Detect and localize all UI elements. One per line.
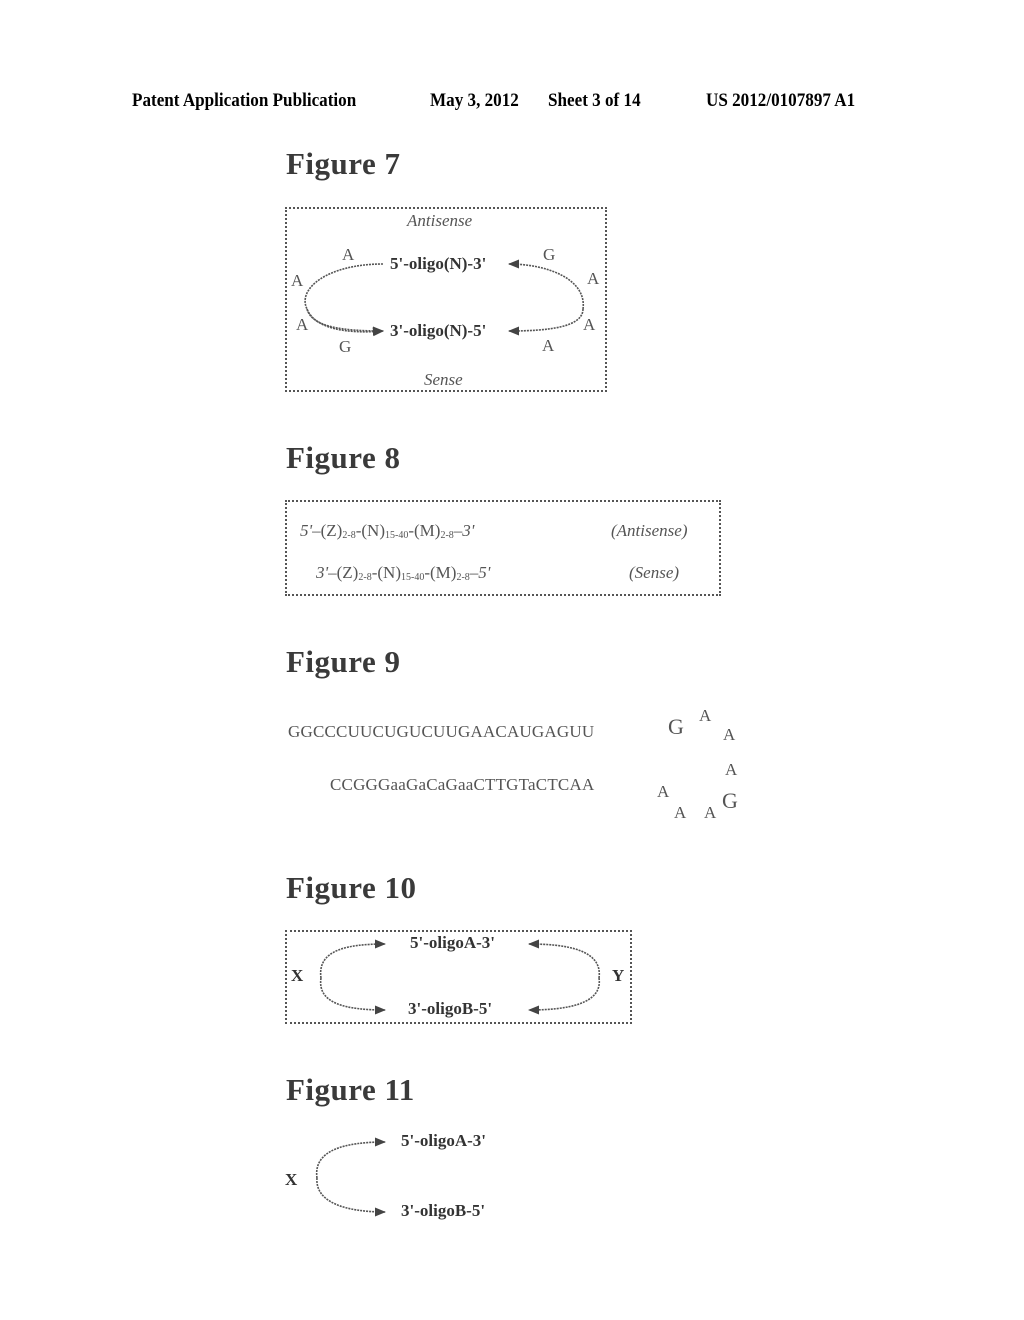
antisense-label: Antisense [407,211,473,230]
strand-bottom: 3'-oligoB-5' [401,1201,486,1220]
loop-nucleotide: A [342,245,355,264]
formula-sub: 2-8 [358,572,372,583]
publication-type: Patent Application Publication [132,90,357,111]
right-arrow-top [527,939,600,979]
figure-10-box: 5'-oligoA-3' 3'-oligoB-5' X Y [285,930,632,1024]
hairpin-nucleotide: G [668,714,685,739]
figure-7-loop-arrows [304,259,584,337]
right-arrow-bottom [507,308,584,336]
loop-nucleotide: A [587,269,600,288]
figure-11-diagram: 5'-oligoA-3' 3'-oligoB-5' X [285,1130,545,1230]
publication-date: May 3, 2012 [430,90,519,111]
linker-y: Y [612,966,625,985]
formula-antisense: 5'–(Z)2-8-(N)15-40-(M)2-8–3' [300,521,475,541]
hairpin-nucleotide: A [674,803,687,822]
hairpin-nucleotide: A [699,706,712,725]
strand-top: 5'-oligoA-3' [401,1131,486,1150]
sequence-bottom: CCGGGaaGaCaGaaCTTGTaCTCAA [330,775,595,794]
hairpin-nucleotide: A [704,803,717,822]
formula-n: (N) [361,521,385,540]
hairpin-nucleotide: G [722,788,739,813]
hairpin-nucleotide: A [725,760,738,779]
sequence-top: GGCCCUUCUGUCUUGAACAUGAGUU [288,722,595,741]
figure-7-title: Figure 7 [286,146,401,181]
arrow-top [315,1137,387,1179]
formula-sense: 3'–(Z)2-8-(N)15-40-(M)2-8–5' [316,563,491,583]
strand-top: 5'-oligoA-3' [410,933,495,952]
formula-z: (Z) [320,521,343,540]
right-arrow-top [507,259,584,310]
figure-9-title: Figure 9 [286,644,401,679]
left-arrow-bottom [306,308,385,336]
loop-nucleotide: G [543,245,556,264]
figure-7-box: Antisense Sense 5'-oligo(N)-3' 3'-oligo(… [285,207,607,392]
formula-z: (Z) [336,563,359,582]
loop-nucleotide: A [296,315,309,334]
linker-x: X [285,1170,298,1189]
sheet-number: Sheet 3 of 14 [548,90,641,111]
formula-m: (M) [414,521,441,540]
formula-m: (M) [430,563,457,582]
formula-sub: 2-8 [342,530,356,541]
strand-bottom: 3'-oligoB-5' [408,999,493,1018]
formula-sub: 2-8 [440,530,454,541]
formula-sense-label: (Sense) [629,563,680,582]
formula-sub: 2-8 [456,572,470,583]
hairpin-nucleotide: A [657,782,670,801]
formula-sub: 15-40 [400,572,425,583]
formula-end: 3' [462,521,475,540]
loop-nucleotide: A [583,315,596,334]
formula-end: 5' [300,521,313,540]
loop-nucleotide: A [291,271,304,290]
sense-label: Sense [424,370,463,389]
strand-bottom: 3'-oligo(N)-5' [390,321,487,340]
formula-antisense-label: (Antisense) [611,521,688,540]
figure-10-title: Figure 10 [286,870,417,905]
figure-8-title: Figure 8 [286,440,401,475]
left-arrow-bottom [319,977,387,1015]
loop-nucleotide: A [542,336,555,355]
hairpin-nucleotide: A [723,725,736,744]
left-arrow-top [319,939,387,979]
figure-11-title: Figure 11 [286,1072,415,1107]
linker-x: X [291,966,304,985]
arrow-bottom [316,1177,387,1217]
formula-end: 3' [316,563,329,582]
strand-top: 5'-oligo(N)-3' [390,254,487,273]
formula-end: 5' [478,563,491,582]
formula-sub: 15-40 [384,530,409,541]
figure-8-box: 5'–(Z)2-8-(N)15-40-(M)2-8–3' (Antisense)… [285,500,721,596]
patent-number: US 2012/0107897 A1 [706,90,856,111]
right-arrow-bottom [527,977,600,1015]
loop-nucleotide: G [339,337,352,356]
formula-n: (N) [377,563,401,582]
